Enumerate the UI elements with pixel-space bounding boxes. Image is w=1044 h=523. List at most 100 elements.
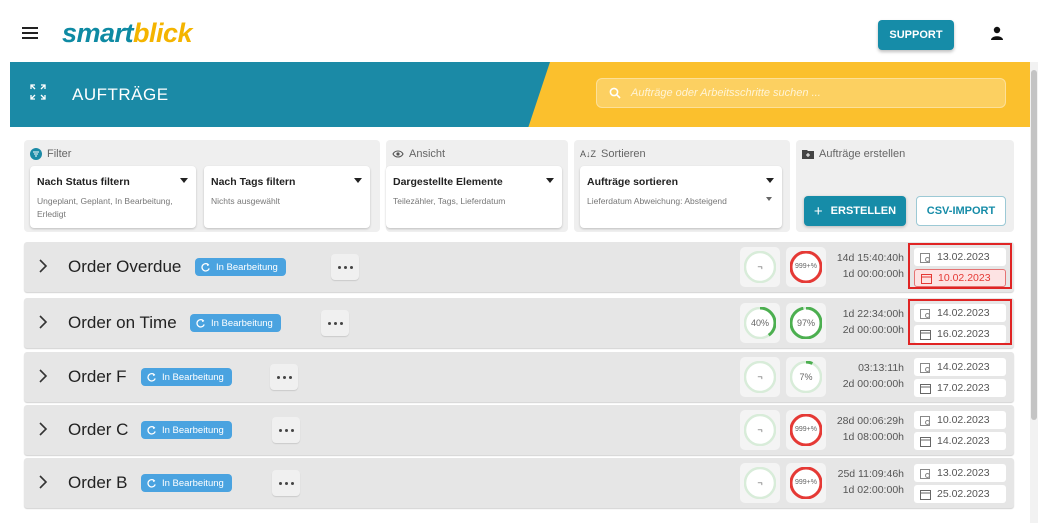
status-filter-value: Ungeplant, Geplant, In Bearbeitung, Erle… (37, 196, 173, 219)
sort-value: Lieferdatum Abweichung: Absteigend (587, 196, 727, 206)
status-badge-label: In Bearbeitung (162, 371, 224, 383)
delivery-dates: 13.02.2023 25.02.2023 (914, 463, 1006, 505)
chevron-right-icon[interactable] (38, 315, 48, 329)
order-name[interactable]: Order B (68, 473, 128, 493)
time-info: 1d 22:34:00h 2d 00:00:00h (808, 306, 904, 342)
time-info: 25d 11:09:46h 1d 02:00:00h (808, 466, 904, 502)
time-info: 14d 15:40:40h 1d 00:00:00h (808, 250, 904, 286)
order-row[interactable]: Order Overdue In Bearbeitung ¬ 999+% 14d 15:… (24, 242, 1014, 292)
sort-label: Aufträge sortieren (587, 176, 679, 188)
order-row[interactable]: Order F In Bearbeitung ¬ 7% 03:13:11h 2d 00:0… (24, 352, 1014, 402)
refresh-icon (147, 478, 156, 488)
menu-icon[interactable] (22, 27, 38, 39)
order-row[interactable]: Order C In Bearbeitung ¬ 999+% 28d 00:06:29h… (24, 405, 1014, 455)
delivery-date-value: 14.02.2023 (937, 435, 990, 447)
tags-filter-select[interactable]: Nach Tags filtern Nichts ausgewählt (204, 166, 370, 228)
status-badge: In Bearbeitung (190, 314, 281, 332)
highlight-box (908, 243, 1012, 289)
order-name[interactable]: Order Overdue (68, 257, 181, 277)
toolbar-panels: Filter Nach Status filtern Ungeplant, Ge… (24, 140, 1014, 232)
csv-import-button[interactable]: CSV-IMPORT (916, 196, 1006, 226)
chevron-right-icon[interactable] (38, 422, 48, 436)
more-options-button[interactable] (321, 310, 349, 336)
progress-gauge-value: ¬ (757, 425, 763, 435)
remaining-time: 28d 00:06:29h (836, 415, 904, 427)
delivery-date: 14.02.2023 (914, 432, 1006, 450)
user-icon[interactable] (990, 26, 1004, 40)
view-panel: Ansicht Dargestellte Elemente Teilezähle… (386, 140, 568, 232)
progress-gauge: 40% (740, 303, 780, 343)
order-name[interactable]: Order on Time (68, 313, 177, 333)
calendar-clock-icon (920, 362, 930, 373)
view-header: Ansicht (392, 148, 445, 160)
view-elements-select[interactable]: Dargestellte Elemente Teilezähler, Tags,… (386, 166, 562, 228)
highlight-box (908, 299, 1012, 345)
scrollbar-thumb[interactable] (1031, 70, 1037, 420)
tags-filter-label: Nach Tags filtern (211, 176, 296, 188)
time-info: 03:13:11h 2d 00:00:00h (808, 360, 904, 396)
status-filter-label: Nach Status filtern (37, 176, 130, 188)
order-row[interactable]: Order on Time In Bearbeitung 40% 97% 1d 22:3… (24, 298, 1014, 348)
delivery-date-value: 17.02.2023 (937, 382, 990, 394)
more-options-button[interactable] (272, 470, 300, 496)
support-button[interactable]: SUPPORT (878, 20, 954, 50)
search-icon (609, 87, 621, 99)
planned-date-value: 10.02.2023 (937, 414, 990, 426)
delivery-dates: 14.02.2023 17.02.2023 (914, 357, 1006, 399)
chevron-right-icon[interactable] (38, 369, 48, 383)
chevron-right-icon[interactable] (38, 475, 48, 489)
sort-header: A↓Z Sortieren (580, 148, 646, 160)
filter-header-label: Filter (47, 148, 72, 160)
chevron-right-icon[interactable] (38, 259, 48, 273)
search-input[interactable]: Aufträge oder Arbeitsschritte suchen ... (596, 78, 1006, 108)
planned-date: 14.02.2023 (914, 358, 1006, 376)
chevron-down-icon (180, 178, 188, 183)
create-header: Aufträge erstellen (802, 148, 905, 160)
progress-gauge: ¬ (740, 463, 780, 503)
top-bar: smartblick SUPPORT (0, 0, 1044, 62)
delivery-date-value: 25.02.2023 (937, 488, 990, 500)
refresh-icon (201, 262, 210, 272)
delivery-date: 17.02.2023 (914, 379, 1006, 397)
chevron-down-icon (766, 178, 774, 183)
page-banner: AUFTRÄGE Aufträge oder Arbeitsschritte s… (10, 62, 1030, 127)
more-options-button[interactable] (270, 364, 298, 390)
create-panel: Aufträge erstellen + ERSTELLEN CSV-IMPOR… (796, 140, 1014, 232)
app-logo[interactable]: smartblick (62, 18, 193, 49)
order-name[interactable]: Order F (68, 367, 127, 387)
progress-gauge: ¬ (740, 410, 780, 450)
more-options-button[interactable] (331, 254, 359, 280)
progress-gauge-value: 40% (750, 318, 769, 328)
expand-icon[interactable] (30, 84, 46, 100)
calendar-clock-icon (920, 415, 930, 426)
view-elements-label: Dargestellte Elemente (393, 176, 503, 188)
planned-time: 2d 00:00:00h (842, 324, 904, 336)
progress-gauge-value: ¬ (757, 372, 763, 382)
remaining-time: 03:13:11h (858, 362, 904, 374)
progress-gauge-value: ¬ (757, 478, 763, 488)
planned-date-value: 14.02.2023 (937, 361, 990, 373)
order-row[interactable]: Order B In Bearbeitung ¬ 999+% 25d 11:09:46h… (24, 458, 1014, 508)
plus-icon: + (813, 202, 823, 220)
page-title: AUFTRÄGE (72, 85, 169, 104)
status-filter-select[interactable]: Nach Status filtern Ungeplant, Geplant, … (30, 166, 196, 228)
status-badge: In Bearbeitung (141, 368, 232, 386)
sort-select[interactable]: Aufträge sortieren Lieferdatum Abweichun… (580, 166, 782, 228)
planned-date: 10.02.2023 (914, 411, 1006, 429)
delivery-dates: 10.02.2023 14.02.2023 (914, 410, 1006, 452)
refresh-icon (196, 318, 205, 328)
calendar-clock-icon (920, 468, 930, 479)
remaining-time: 1d 22:34:00h (842, 308, 904, 320)
planned-time: 1d 02:00:00h (842, 484, 904, 496)
delivery-date: 25.02.2023 (914, 485, 1006, 503)
progress-gauge-value: ¬ (757, 262, 763, 272)
chevron-down-icon (354, 178, 362, 183)
more-options-button[interactable] (272, 417, 300, 443)
create-order-label: ERSTELLEN (830, 205, 897, 217)
filter-icon (30, 148, 42, 160)
status-badge: In Bearbeitung (141, 421, 232, 439)
status-badge-label: In Bearbeitung (162, 424, 224, 436)
order-name[interactable]: Order C (68, 420, 128, 440)
create-order-button[interactable]: + ERSTELLEN (804, 196, 906, 226)
sort-az-icon: A↓Z (580, 149, 597, 159)
